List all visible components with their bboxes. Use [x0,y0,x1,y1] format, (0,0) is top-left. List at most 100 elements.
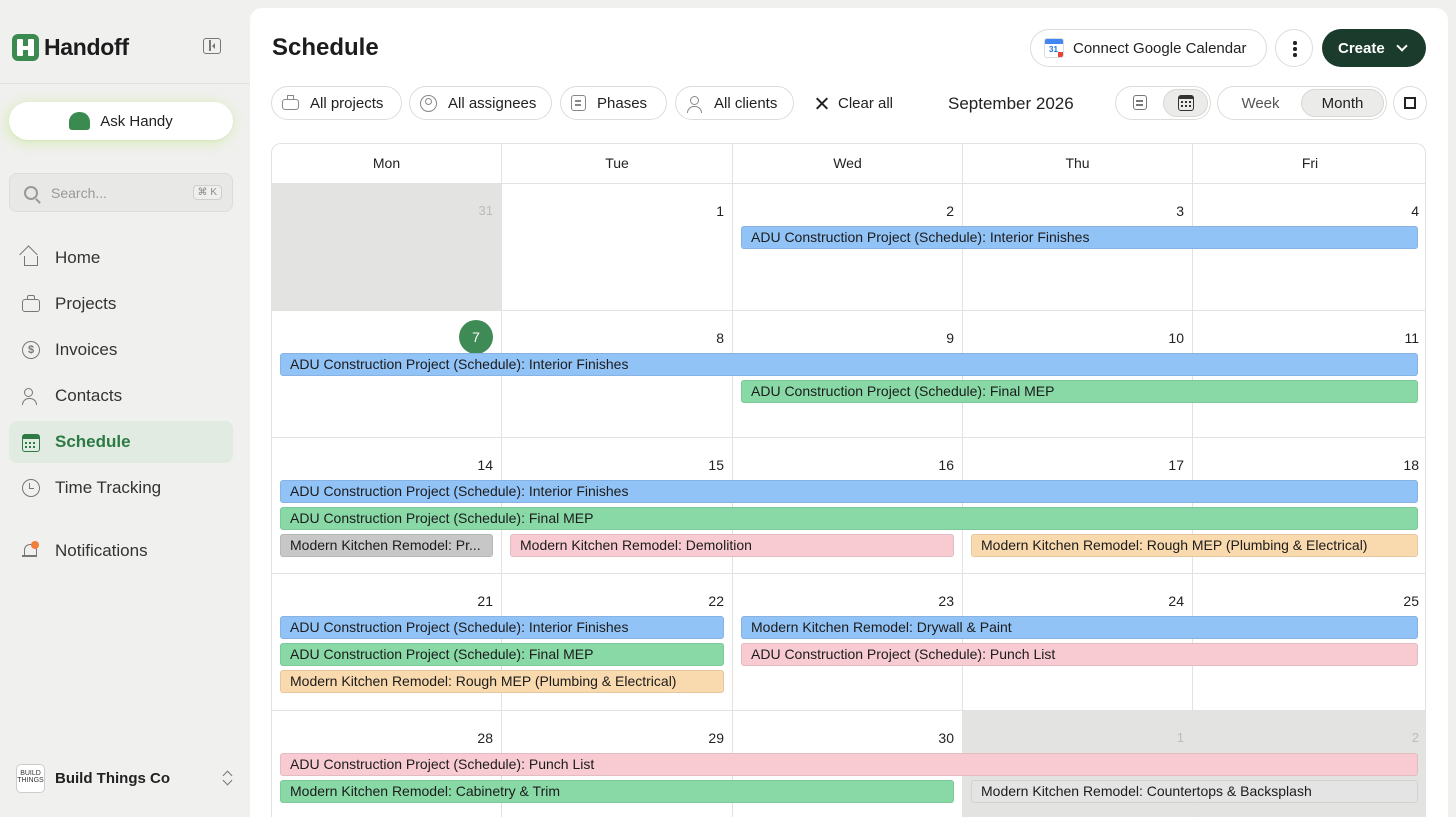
calendar-event[interactable]: ADU Construction Project (Schedule): Pun… [741,643,1418,666]
all-projects-filter[interactable]: All projects [271,86,402,120]
search-input[interactable]: Search... ⌘ K [9,173,233,212]
handoff-logo-icon [12,34,39,61]
create-button[interactable]: Create [1322,29,1426,67]
sidebar-item-projects[interactable]: Projects [9,283,233,325]
calendar-event[interactable]: ADU Construction Project (Schedule): Int… [280,616,724,639]
connect-google-calendar-button[interactable]: 31 Connect Google Calendar [1030,29,1267,67]
date-number: 15 [708,457,724,473]
phases-filter[interactable]: Phases [560,86,667,120]
main-panel: Schedule 31 Connect Google Calendar Crea… [250,8,1448,817]
date-number: 25 [1403,593,1419,609]
sidebar-item-home[interactable]: Home [9,237,233,279]
calendar-icon [22,433,40,452]
current-month-label: September 2026 [948,94,1074,113]
sidebar-item-label: Home [55,248,101,267]
more-options-button[interactable] [1275,29,1313,67]
collapse-sidebar-icon[interactable] [203,38,221,54]
fullscreen-button[interactable] [1393,86,1427,120]
sidebar-item-label: Contacts [55,386,123,405]
calendar-day-cell[interactable]: 1 [502,184,733,311]
date-number: 31 [478,203,493,218]
calendar-event[interactable]: Modern Kitchen Remodel: Rough MEP (Plumb… [971,534,1418,557]
google-calendar-icon: 31 [1044,38,1064,58]
view-toggle [1115,86,1211,120]
month-range-option[interactable]: Month [1301,89,1384,117]
calendar-event[interactable]: Modern Kitchen Remodel: Demolition [510,534,954,557]
date-number: 28 [477,730,493,746]
calendar-event[interactable]: ADU Construction Project (Schedule): Fin… [280,507,1418,530]
sidebar-nav: Home Projects $ Invoices Contacts Schedu… [9,237,233,576]
date-number: 2 [946,203,954,219]
date-number: 11 [1404,330,1419,346]
sidebar-item-notifications[interactable]: Notifications [9,530,233,572]
all-assignees-filter[interactable]: All assignees [409,86,552,120]
ask-handy-button[interactable]: Ask Handy [9,102,233,140]
day-name-wed: Wed [733,144,963,183]
date-number: 30 [938,730,954,746]
date-number: 8 [716,330,724,346]
sidebar-item-time-tracking[interactable]: Time Tracking [9,467,233,509]
month-calendar-grid: Mon Tue Wed Thu Fri 31 1 2 3 4 7 8 9 10 11 14 15 16 17 18 2… [271,143,1426,817]
sidebar-item-contacts[interactable]: Contacts [9,375,233,417]
workspace-name: Build Things Co [55,769,170,787]
calendar-event[interactable]: ADU Construction Project (Schedule): Int… [741,226,1418,249]
app-logo[interactable]: Handoff [12,34,129,61]
sidebar-item-label: Schedule [55,432,131,451]
date-number: 29 [708,730,724,746]
date-number: 23 [938,593,954,609]
create-label: Create [1338,39,1385,57]
filter-label: All clients [714,94,778,112]
calendar-event[interactable]: Modern Kitchen Remodel: Countertops & Ba… [971,780,1418,803]
date-number: 9 [946,330,954,346]
calendar-event[interactable]: Modern Kitchen Remodel: Drywall & Paint [741,616,1418,639]
all-clients-filter[interactable]: All clients [675,86,794,120]
calendar-event[interactable]: ADU Construction Project (Schedule): Int… [280,353,1418,376]
date-number: 16 [938,457,954,473]
day-name-thu: Thu [963,144,1193,183]
date-number: 1 [1176,730,1184,745]
sidebar-item-schedule[interactable]: Schedule [9,421,233,463]
date-number: 24 [1168,593,1184,609]
briefcase-icon [282,95,299,110]
app-name: Handoff [44,34,129,60]
search-icon [24,185,38,200]
day-name-mon: Mon [272,144,502,183]
calendar-day-cell[interactable]: 31 [272,184,502,311]
day-name-tue: Tue [502,144,733,183]
clear-all-button[interactable]: Clear all [816,86,893,120]
handy-icon [69,112,91,130]
search-shortcut-badge: ⌘ K [192,185,222,200]
date-number: 3 [1176,203,1184,219]
connect-google-calendar-label: Connect Google Calendar [1073,39,1247,57]
workspace-switcher[interactable]: BUILD THINGS Build Things Co [16,762,234,794]
sidebar-item-invoices[interactable]: $ Invoices [9,329,233,371]
chevron-down-icon [1396,39,1408,52]
sidebar: Handoff Ask Handy Search... ⌘ K Home Pro… [0,0,250,817]
calendar-event[interactable]: Modern Kitchen Remodel: Rough MEP (Plumb… [280,670,724,693]
calendar-event[interactable]: ADU Construction Project (Schedule): Fin… [280,643,724,666]
calendar-event[interactable]: Modern Kitchen Remodel: Cabinetry & Trim [280,780,954,803]
today-date-number: 7 [459,320,493,354]
date-number: 18 [1403,457,1419,473]
search-placeholder: Search... [51,184,108,201]
ask-handy-label: Ask Handy [100,112,173,130]
date-number: 14 [477,457,493,473]
user-circle-icon [420,94,437,112]
calendar-event[interactable]: Modern Kitchen Remodel: Pr... [280,534,493,557]
dollar-coin-icon: $ [22,341,40,359]
briefcase-icon [22,295,40,312]
calendar-event[interactable]: ADU Construction Project (Schedule): Fin… [741,380,1418,403]
list-view-icon[interactable] [1118,89,1163,117]
calendar-event[interactable]: ADU Construction Project (Schedule): Int… [280,480,1418,503]
sidebar-item-label: Invoices [55,340,118,359]
date-number: 17 [1168,457,1184,473]
notification-dot [31,541,39,549]
calendar-event[interactable]: ADU Construction Project (Schedule): Pun… [280,753,1418,776]
document-icon [571,95,586,111]
home-icon [24,256,38,266]
calendar-view-icon[interactable] [1163,89,1208,117]
filter-label: All assignees [448,94,537,112]
week-range-option[interactable]: Week [1220,89,1301,117]
filter-label: All projects [310,94,384,112]
date-number: 10 [1168,330,1184,346]
